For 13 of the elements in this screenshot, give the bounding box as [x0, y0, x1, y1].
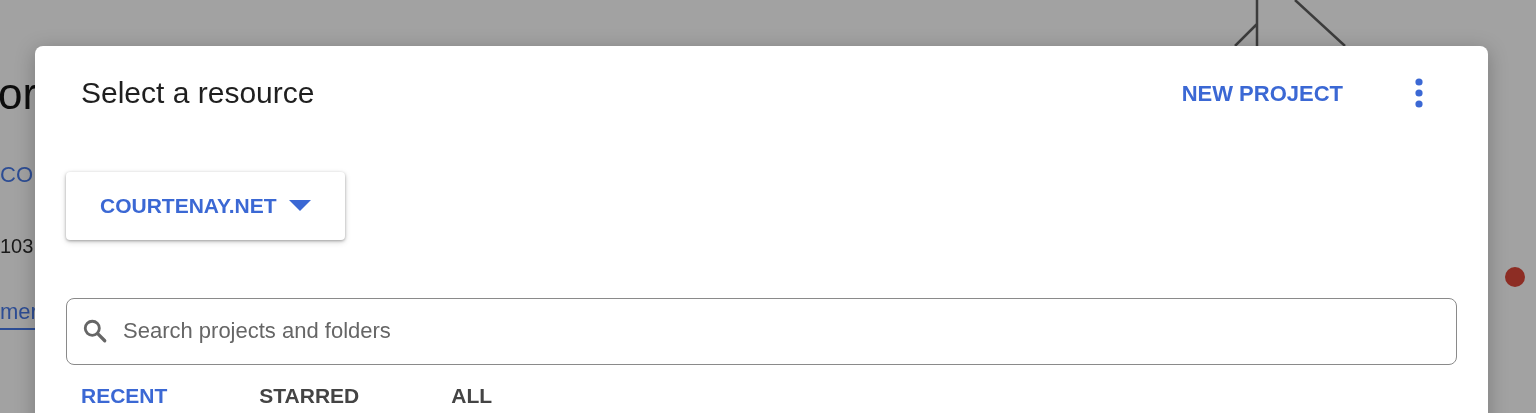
- page-heading: or: [0, 72, 38, 116]
- caret-icon: [288, 199, 311, 212]
- tab[interactable]: ALL: [451, 384, 493, 406]
- more-icon: [1415, 78, 1423, 108]
- organization-dropdown[interactable]: COURTENAY.NET: [66, 172, 345, 240]
- new-project-button[interactable]: NEW PROJECT: [1173, 72, 1351, 114]
- tab[interactable]: STARRED: [259, 384, 360, 406]
- search-icon: [82, 317, 108, 344]
- status-dot: [1505, 267, 1525, 287]
- tab[interactable]: RECENT: [81, 384, 168, 406]
- search-field[interactable]: Search projects and folders: [66, 297, 1457, 365]
- page-text: 103: [0, 234, 35, 259]
- dialog-title: Select a resource: [81, 75, 315, 111]
